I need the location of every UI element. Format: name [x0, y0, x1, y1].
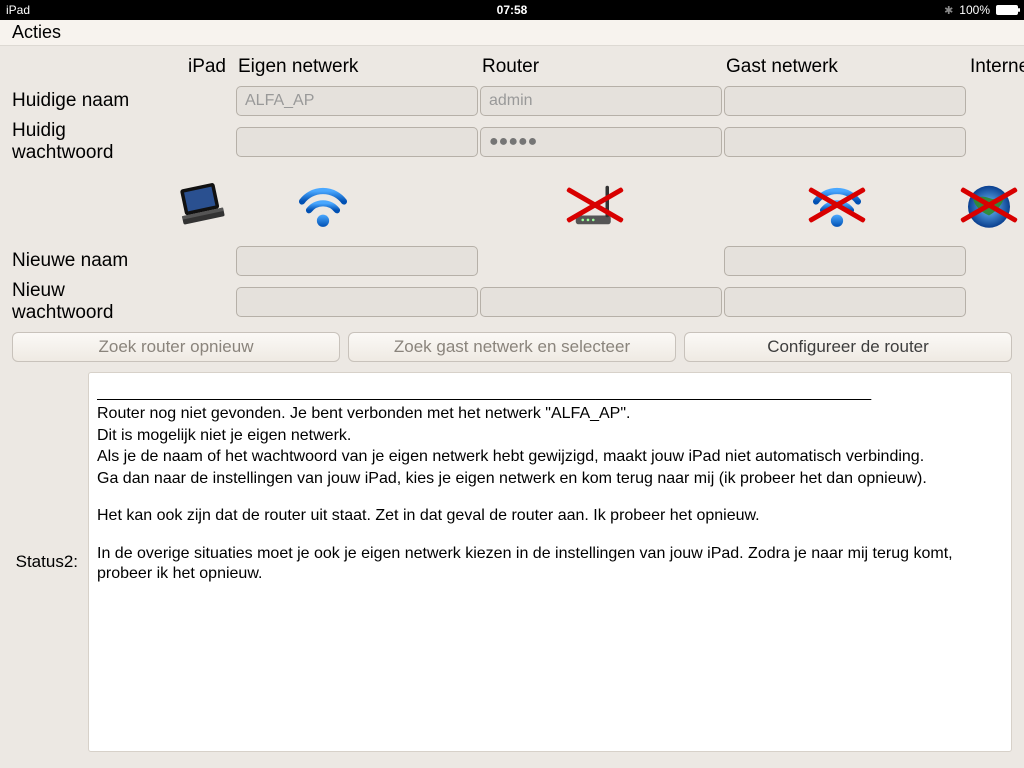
new-router-password-input[interactable] [480, 287, 722, 317]
find-router-button[interactable]: Zoek router opnieuw [12, 332, 340, 362]
status-line: Ga dan naar de instellingen van jouw iPa… [97, 469, 1003, 489]
status2-label: Status2: [12, 372, 82, 572]
new-guest-network-name-input[interactable] [724, 246, 966, 276]
internet-globe-icon [961, 177, 1017, 233]
header-internet: Internet [968, 56, 1024, 82]
ios-status-bar: iPad 07:58 ✱ 100% [0, 0, 1024, 20]
find-guest-network-button[interactable]: Zoek gast netwerk en selecteer [348, 332, 676, 362]
battery-icon [996, 5, 1018, 15]
status-line: In de overige situaties moet je ook je e… [97, 544, 1003, 585]
router-password-input[interactable] [480, 127, 722, 157]
status-line: Het kan ook zijn dat de router uit staat… [97, 506, 1003, 526]
router-name-input[interactable] [480, 86, 722, 116]
status-device: iPad [6, 3, 30, 17]
new-guest-network-password-input[interactable] [724, 287, 966, 317]
status-line: Router nog niet gevonden. Je bent verbon… [97, 404, 1003, 424]
status-icon-row [12, 170, 1012, 240]
own-network-password-input[interactable] [236, 127, 478, 157]
new-own-network-name-input[interactable] [236, 246, 478, 276]
status-line: Als je de naam of het wachtwoord van je … [97, 447, 1003, 467]
status-rule: ________________________________________… [97, 383, 1003, 403]
bluetooth-icon: ✱ [944, 4, 953, 17]
wifi-own-icon [295, 177, 351, 233]
header-router: Router [480, 56, 722, 82]
header-own-network: Eigen netwerk [236, 56, 478, 82]
label-new-name: Nieuwe naam [12, 250, 170, 272]
wifi-guest-icon [809, 177, 865, 233]
label-new-password: Nieuw wachtwoord [12, 280, 170, 324]
own-network-name-input[interactable] [236, 86, 478, 116]
guest-network-password-input[interactable] [724, 127, 966, 157]
header-guest-network: Gast netwerk [724, 56, 966, 82]
header-ipad: iPad [172, 56, 234, 82]
network-grid: iPad Eigen netwerk Router Gast netwerk I… [12, 56, 1012, 164]
status-time: 07:58 [497, 3, 528, 17]
label-current-password: Huidig wachtwoord [12, 120, 170, 164]
status-text-box[interactable]: ________________________________________… [88, 372, 1012, 752]
ipad-device-icon [173, 177, 229, 233]
router-icon [567, 177, 623, 233]
new-own-network-password-input[interactable] [236, 287, 478, 317]
new-values-grid: Nieuwe naam Nieuw wachtwoord [12, 246, 1012, 324]
action-button-row: Zoek router opnieuw Zoek gast netwerk en… [12, 332, 1012, 362]
status-line: Dit is mogelijk niet je eigen netwerk. [97, 426, 1003, 446]
guest-network-name-input[interactable] [724, 86, 966, 116]
configure-router-button[interactable]: Configureer de router [684, 332, 1012, 362]
acties-label: Acties [12, 22, 61, 43]
acties-menu[interactable]: Acties [0, 20, 1024, 46]
label-current-name: Huidige naam [12, 90, 170, 112]
battery-percent: 100% [959, 3, 990, 17]
